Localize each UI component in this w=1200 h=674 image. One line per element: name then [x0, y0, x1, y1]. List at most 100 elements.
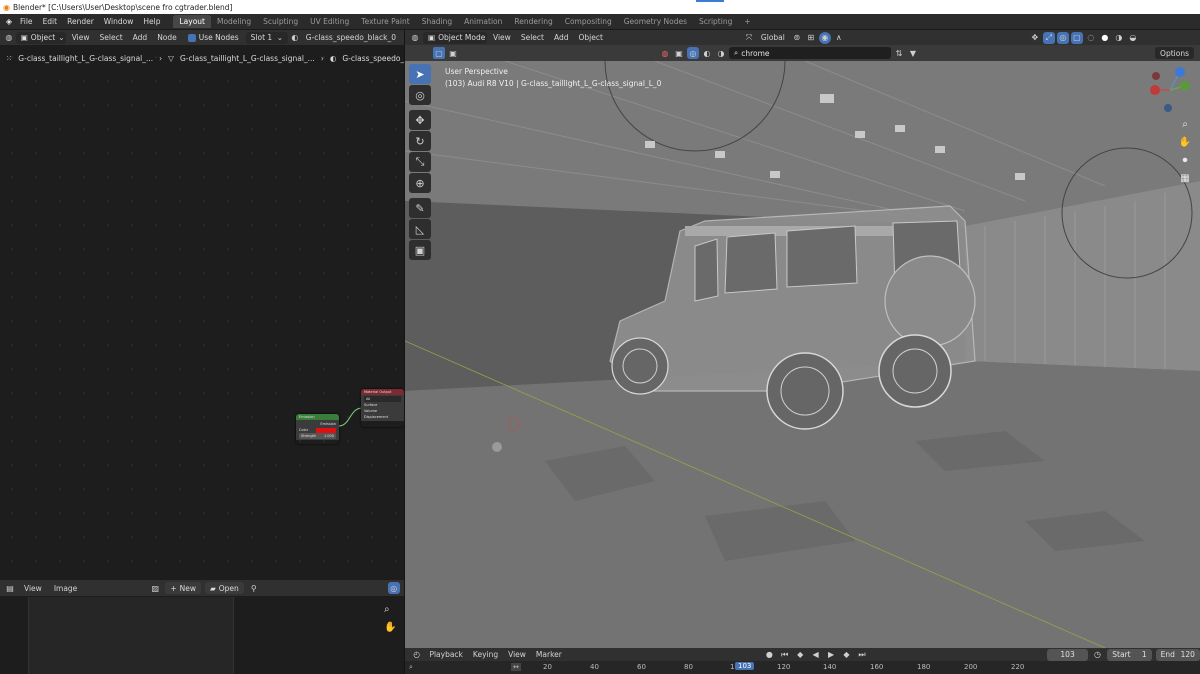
- shading-wireframe-icon[interactable]: ◌: [1085, 32, 1097, 44]
- pan-view-icon[interactable]: ✋: [1177, 134, 1193, 150]
- slot-dropdown[interactable]: Slot 1 ⌄: [245, 31, 288, 44]
- add-cube-tool-icon[interactable]: ▣: [409, 240, 431, 260]
- viewport-menu-add[interactable]: Add: [550, 33, 573, 42]
- open-image-button[interactable]: ▰ Open: [204, 582, 244, 594]
- viewport-overlay-icon[interactable]: ◎: [687, 47, 699, 59]
- next-key-icon[interactable]: ◆: [841, 649, 852, 661]
- 3d-viewport[interactable]: [405, 61, 1200, 648]
- viewport-menu-object[interactable]: Object: [574, 33, 606, 42]
- image-editor-type-icon[interactable]: ▤: [4, 582, 16, 594]
- tab-scripting[interactable]: Scripting: [693, 15, 738, 28]
- preview-range-icon[interactable]: ◷: [1092, 649, 1103, 661]
- blender-menu-icon[interactable]: ◈: [3, 16, 15, 28]
- play-reverse-icon[interactable]: ◀: [810, 649, 821, 661]
- tab-modeling[interactable]: Modeling: [211, 15, 257, 28]
- tab-rendering[interactable]: Rendering: [508, 15, 558, 28]
- timeline-ruler[interactable]: ⌕ ↔ 20 40 60 80 1 103 120 140 160 180 20…: [405, 661, 1200, 674]
- end-frame-field[interactable]: End 120: [1155, 648, 1200, 661]
- annotate-tool-icon[interactable]: ✎: [409, 198, 431, 218]
- outliner-search-field[interactable]: ⌕ chrome: [729, 47, 891, 59]
- image-editor-canvas[interactable]: [28, 597, 234, 674]
- tab-animation[interactable]: Animation: [458, 15, 508, 28]
- show-gizmo-icon[interactable]: ⤢: [1042, 31, 1055, 44]
- hand-pan-icon[interactable]: ✋: [384, 622, 396, 633]
- tab-layout[interactable]: Layout: [173, 15, 211, 28]
- solid-mode-icon[interactable]: ◐: [701, 47, 713, 59]
- prev-key-icon[interactable]: ◆: [794, 649, 805, 661]
- tab-texture-paint[interactable]: Texture Paint: [355, 15, 415, 28]
- add-workspace-button[interactable]: +: [738, 15, 756, 28]
- jump-end-icon[interactable]: ⏭: [856, 649, 867, 661]
- scale-tool-icon[interactable]: ⤡: [409, 152, 431, 172]
- tab-sculpting[interactable]: Sculpting: [257, 15, 304, 28]
- cursor-tool-icon[interactable]: ◎: [409, 85, 431, 105]
- gizmo-y-axis[interactable]: [1180, 81, 1190, 91]
- emission-node[interactable]: Emission Emission Color Strength 1.000: [296, 414, 339, 444]
- emission-color-swatch[interactable]: [316, 427, 336, 433]
- transform-tool-icon[interactable]: ⊕: [409, 173, 431, 193]
- timeline-menu-playback[interactable]: Playback: [426, 650, 465, 659]
- select-mode-icon[interactable]: ▢: [433, 47, 445, 59]
- move-tool-icon[interactable]: ✥: [409, 110, 431, 130]
- image-menu-image[interactable]: Image: [50, 584, 82, 593]
- timeline-menu-marker[interactable]: Marker: [533, 650, 565, 659]
- viewport-xray-icon[interactable]: ▣: [673, 47, 685, 59]
- menu-render[interactable]: Render: [62, 17, 99, 26]
- timeline-menu-keying[interactable]: Keying: [470, 650, 501, 659]
- material-output-node[interactable]: Material Output All Surface Volume Displ…: [361, 389, 404, 427]
- falloff-icon[interactable]: ∧: [833, 32, 845, 44]
- filter-icon[interactable]: ▼: [907, 47, 919, 59]
- select-extend-icon[interactable]: ▣: [447, 47, 459, 59]
- viewport-menu-select[interactable]: Select: [517, 33, 548, 42]
- material-mode-icon[interactable]: ◑: [715, 47, 727, 59]
- camera-view-icon[interactable]: ⏺: [1177, 152, 1193, 168]
- use-nodes-checkbox[interactable]: Use Nodes: [183, 32, 244, 44]
- material-name-field[interactable]: G-class_speedo_black_0: [302, 33, 400, 42]
- object-mode-dropdown[interactable]: ▣ Object Mode: [423, 31, 487, 44]
- select-box-tool-icon[interactable]: ➤: [409, 64, 431, 84]
- snap-icon[interactable]: ⊞: [805, 32, 817, 44]
- menu-edit[interactable]: Edit: [38, 17, 63, 26]
- record-icon[interactable]: ●: [764, 649, 775, 661]
- pin-icon[interactable]: ⚲: [248, 582, 260, 594]
- breadcrumb-object[interactable]: G-class_taillight_L_G-class_signal_...: [18, 54, 153, 63]
- navigation-gizmo[interactable]: [1140, 64, 1200, 116]
- zoom-range-icon[interactable]: ↔: [511, 663, 521, 671]
- measure-tool-icon[interactable]: ◺: [409, 219, 431, 239]
- ortho-toggle-icon[interactable]: ▦: [1177, 170, 1193, 186]
- image-overlay-icon[interactable]: ◎: [387, 582, 400, 594]
- filter-sort-icon[interactable]: ⇅: [893, 47, 905, 59]
- pivot-icon[interactable]: ⊚: [791, 32, 803, 44]
- menu-window[interactable]: Window: [99, 17, 139, 26]
- zoom-icon[interactable]: ⌕: [384, 604, 390, 615]
- shading-material-icon[interactable]: ◑: [1113, 32, 1125, 44]
- options-dropdown[interactable]: Options: [1155, 47, 1194, 59]
- play-icon[interactable]: ▶: [825, 649, 836, 661]
- breadcrumb-mesh[interactable]: G-class_taillight_L_G-class_signal_...: [180, 54, 315, 63]
- image-browse-icon[interactable]: ▨: [149, 582, 161, 594]
- image-menu-view[interactable]: View: [20, 584, 46, 593]
- color-palette-icon[interactable]: ◍: [659, 47, 671, 59]
- gizmo-icon[interactable]: ✥: [1029, 32, 1041, 44]
- timeline-menu-view[interactable]: View: [505, 650, 529, 659]
- playhead[interactable]: 103: [735, 662, 755, 670]
- shading-solid-icon[interactable]: ●: [1099, 32, 1111, 44]
- jump-start-icon[interactable]: ⏮: [779, 649, 790, 661]
- rotate-tool-icon[interactable]: ↻: [409, 131, 431, 151]
- material-sphere-icon[interactable]: ◐: [290, 32, 300, 44]
- proportional-edit-icon[interactable]: ◉: [818, 31, 831, 44]
- tab-uv-editing[interactable]: UV Editing: [304, 15, 355, 28]
- menu-file[interactable]: File: [15, 17, 38, 26]
- menu-help[interactable]: Help: [138, 17, 165, 26]
- new-image-button[interactable]: + New: [165, 582, 201, 594]
- current-frame-field[interactable]: 103: [1047, 648, 1088, 661]
- zoom-view-icon[interactable]: ⌕: [1177, 116, 1193, 132]
- editor-type-icon[interactable]: ◍: [4, 32, 14, 44]
- object-type-dropdown[interactable]: ▣ Object ⌄: [15, 31, 66, 44]
- gizmo-x-axis[interactable]: [1150, 85, 1160, 95]
- node-menu-add[interactable]: Add: [129, 33, 152, 42]
- start-frame-field[interactable]: Start 1: [1107, 648, 1152, 661]
- node-menu-select[interactable]: Select: [96, 33, 127, 42]
- gizmo-z-axis[interactable]: [1175, 67, 1185, 77]
- strength-field[interactable]: Strength 1.000: [299, 433, 336, 439]
